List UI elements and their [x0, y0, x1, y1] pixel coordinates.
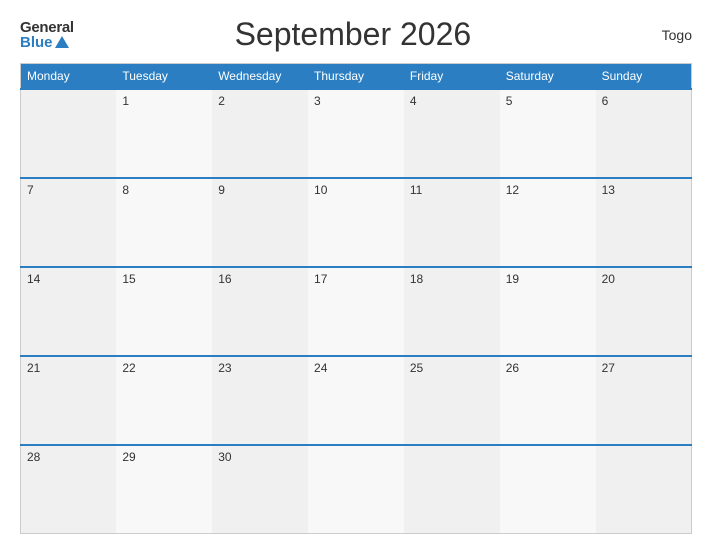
calendar-cell: 5 [500, 89, 596, 178]
country-label: Togo [632, 27, 692, 43]
header-thursday: Thursday [308, 64, 404, 90]
calendar-cell: 10 [308, 178, 404, 267]
day-number: 4 [410, 94, 417, 108]
day-number: 21 [27, 361, 40, 375]
day-number: 17 [314, 272, 327, 286]
days-header-row: Monday Tuesday Wednesday Thursday Friday… [21, 64, 692, 90]
calendar-cell: 18 [404, 267, 500, 356]
calendar-cell: 2 [212, 89, 308, 178]
calendar-cell [596, 445, 692, 534]
calendar-cell [21, 89, 117, 178]
day-number: 26 [506, 361, 519, 375]
day-number: 12 [506, 183, 519, 197]
day-number: 14 [27, 272, 40, 286]
calendar-cell: 7 [21, 178, 117, 267]
calendar-cell: 8 [116, 178, 212, 267]
day-number: 7 [27, 183, 34, 197]
day-number: 19 [506, 272, 519, 286]
day-number: 28 [27, 450, 40, 464]
calendar-cell [500, 445, 596, 534]
day-number: 18 [410, 272, 423, 286]
calendar-cell: 29 [116, 445, 212, 534]
calendar-cell: 14 [21, 267, 117, 356]
header-wednesday: Wednesday [212, 64, 308, 90]
day-number: 2 [218, 94, 225, 108]
calendar-cell: 16 [212, 267, 308, 356]
day-number: 23 [218, 361, 231, 375]
week-row-3: 14 15 16 17 18 19 20 [21, 267, 692, 356]
day-number: 10 [314, 183, 327, 197]
day-number: 25 [410, 361, 423, 375]
calendar-cell: 20 [596, 267, 692, 356]
calendar-cell: 12 [500, 178, 596, 267]
day-number: 13 [602, 183, 615, 197]
calendar-page: General Blue September 2026 Togo Monday … [0, 0, 712, 550]
calendar-cell [308, 445, 404, 534]
header-friday: Friday [404, 64, 500, 90]
header: General Blue September 2026 Togo [20, 16, 692, 53]
day-number: 8 [122, 183, 129, 197]
calendar-cell: 4 [404, 89, 500, 178]
calendar-cell [404, 445, 500, 534]
calendar-cell: 30 [212, 445, 308, 534]
day-number: 15 [122, 272, 135, 286]
calendar-cell: 28 [21, 445, 117, 534]
calendar-cell: 9 [212, 178, 308, 267]
week-row-5: 28 29 30 [21, 445, 692, 534]
calendar-cell: 13 [596, 178, 692, 267]
logo-blue-text: Blue [20, 35, 69, 50]
calendar-cell: 23 [212, 356, 308, 445]
calendar-cell: 17 [308, 267, 404, 356]
logo-general-text: General [20, 20, 74, 35]
calendar-cell: 1 [116, 89, 212, 178]
day-number: 5 [506, 94, 513, 108]
week-row-2: 7 8 9 10 11 12 13 [21, 178, 692, 267]
calendar-cell: 11 [404, 178, 500, 267]
day-number: 20 [602, 272, 615, 286]
day-number: 9 [218, 183, 225, 197]
calendar-table: Monday Tuesday Wednesday Thursday Friday… [20, 63, 692, 534]
calendar-cell: 24 [308, 356, 404, 445]
calendar-cell: 3 [308, 89, 404, 178]
calendar-cell: 25 [404, 356, 500, 445]
day-number: 29 [122, 450, 135, 464]
header-tuesday: Tuesday [116, 64, 212, 90]
day-number: 16 [218, 272, 231, 286]
day-number: 1 [122, 94, 129, 108]
day-number: 3 [314, 94, 321, 108]
calendar-cell: 6 [596, 89, 692, 178]
day-number: 6 [602, 94, 609, 108]
day-number: 11 [410, 183, 422, 197]
calendar-cell: 27 [596, 356, 692, 445]
logo: General Blue [20, 20, 74, 50]
calendar-cell: 26 [500, 356, 596, 445]
calendar-cell: 19 [500, 267, 596, 356]
day-number: 22 [122, 361, 135, 375]
calendar-cell: 15 [116, 267, 212, 356]
logo-triangle-icon [55, 36, 69, 48]
day-number: 30 [218, 450, 231, 464]
header-monday: Monday [21, 64, 117, 90]
day-number: 24 [314, 361, 327, 375]
week-row-4: 21 22 23 24 25 26 27 [21, 356, 692, 445]
day-number: 27 [602, 361, 615, 375]
calendar-title: September 2026 [74, 16, 632, 53]
calendar-cell: 21 [21, 356, 117, 445]
calendar-cell: 22 [116, 356, 212, 445]
week-row-1: 1 2 3 4 5 6 [21, 89, 692, 178]
header-sunday: Sunday [596, 64, 692, 90]
header-saturday: Saturday [500, 64, 596, 90]
